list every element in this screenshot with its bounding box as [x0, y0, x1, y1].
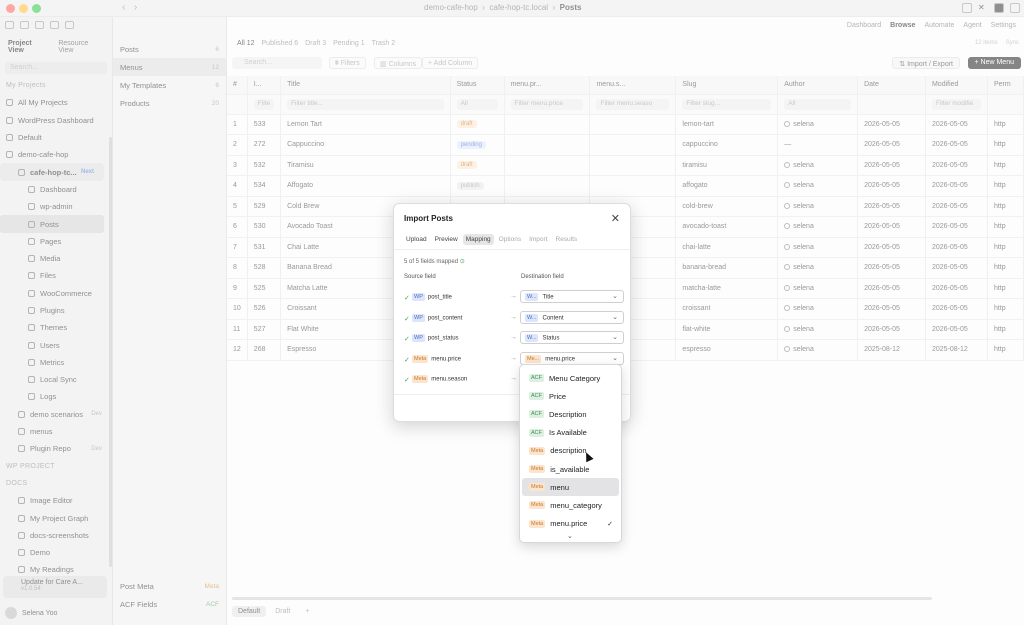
- option-label: menu_category: [550, 500, 602, 510]
- option-badge: Meta: [529, 465, 546, 474]
- step-tab-preview[interactable]: Preview: [432, 234, 461, 245]
- option-label: Price: [549, 391, 567, 401]
- divider: [394, 249, 630, 250]
- import-steps: Upload Preview Mapping Options Import Results: [403, 234, 580, 245]
- step-tab-options[interactable]: Options: [496, 234, 524, 245]
- arrow-right-icon: →: [510, 334, 517, 341]
- chevron-down-icon: ⌄: [612, 293, 618, 300]
- destination-field-header: Destination field: [521, 274, 564, 280]
- option-label: description: [550, 446, 587, 456]
- option-label: Menu Category: [549, 373, 601, 383]
- dropdown-option-menu-category[interactable]: Meta menu_category: [522, 496, 619, 514]
- arrow-right-icon: →: [510, 313, 517, 321]
- dropdown-option-is-available[interactable]: Meta is_available: [522, 460, 619, 478]
- chevron-down-icon: ⌄: [612, 313, 618, 321]
- destination-value: Title: [542, 294, 554, 301]
- check-icon: ✓: [404, 336, 410, 343]
- dropdown-option-description[interactable]: ACF Description: [522, 405, 619, 423]
- source-badge: WP: [412, 334, 425, 342]
- source-field: Meta menu.season: [412, 375, 467, 383]
- source-field-name: post_content: [427, 315, 463, 322]
- destination-select[interactable]: W... Status ⌄: [520, 331, 624, 344]
- mapping-row: ✓ WP post_title → W... Title ⌄: [404, 290, 624, 305]
- source-field-name: menu.price: [431, 356, 461, 363]
- check-circle-icon: ⊙: [459, 259, 465, 265]
- option-badge: ACF: [529, 374, 544, 383]
- source-field: WP post_title: [412, 293, 452, 301]
- source-field-name: menu.season: [431, 376, 468, 383]
- source-badge: Meta: [412, 354, 429, 363]
- close-icon[interactable]: ✕: [611, 212, 620, 225]
- dropdown-option-price[interactable]: ACF Price: [522, 387, 619, 405]
- arrow-right-icon: →: [510, 375, 517, 382]
- chevron-down-icon: ⌄: [612, 334, 618, 341]
- source-badge: WP: [412, 313, 425, 322]
- destination-select[interactable]: W... Content ⌄: [520, 310, 624, 324]
- option-badge: ACF: [529, 428, 544, 437]
- option-badge: Meta: [529, 446, 546, 455]
- option-label: is_available: [550, 464, 590, 474]
- step-tab-upload[interactable]: Upload: [403, 234, 430, 245]
- option-badge: ACF: [529, 410, 544, 419]
- source-field-name: post_status: [427, 335, 459, 342]
- step-tab-mapping[interactable]: Mapping: [462, 234, 494, 245]
- option-label: menu: [550, 482, 569, 492]
- source-field: WP post_content: [412, 313, 463, 322]
- source-field: WP post_status: [412, 334, 459, 342]
- destination-value: Content: [542, 315, 564, 322]
- check-icon: ✓: [404, 356, 410, 364]
- check-icon: ✓: [404, 315, 410, 323]
- destination-select[interactable]: Me... menu.price ⌄: [520, 351, 624, 365]
- source-field-name: post_title: [427, 294, 452, 301]
- source-field: Meta menu.price: [412, 354, 461, 363]
- step-tab-import[interactable]: Import: [526, 234, 550, 245]
- arrow-right-icon: →: [510, 354, 517, 362]
- dropdown-option-menu-price[interactable]: Meta menu.price ✓: [522, 515, 619, 533]
- source-field-header: Source field: [404, 274, 436, 280]
- destination-value: menu.price: [545, 356, 575, 363]
- dropdown-options: ACF Menu Category ACF Price ACF Description AC…: [520, 369, 621, 533]
- destination-badge: Me...: [525, 354, 542, 363]
- option-label: menu.price: [550, 519, 588, 529]
- destination-value: Status: [542, 335, 560, 342]
- option-badge: Meta: [529, 501, 546, 510]
- option-label: Description: [549, 409, 587, 419]
- dropdown-option-menu-category[interactable]: ACF Menu Category: [522, 369, 619, 387]
- dropdown-option-is-available[interactable]: ACF Is Available: [522, 424, 619, 442]
- arrow-right-icon: →: [510, 293, 517, 300]
- dropdown-option-description[interactable]: Meta description: [522, 442, 619, 460]
- chevron-down-icon: ⌄: [612, 354, 618, 362]
- mapped-text: 5 of 5 fields mapped: [404, 259, 459, 265]
- source-badge: WP: [412, 293, 425, 301]
- dropdown-option-menu[interactable]: Meta menu: [522, 478, 619, 497]
- mapping-row: ✓ WP post_status → W... Status ⌄: [404, 331, 624, 346]
- destination-badge: W...: [525, 313, 539, 322]
- chevron-down-icon[interactable]: ⌄: [567, 532, 573, 540]
- destination-select[interactable]: W... Title ⌄: [520, 290, 624, 303]
- mapping-row: ✓ WP post_content → W... Content ⌄: [404, 310, 624, 326]
- step-tab-results[interactable]: Results: [553, 234, 581, 245]
- dialog-title: Import Posts: [404, 214, 453, 223]
- option-badge: ACF: [529, 392, 544, 401]
- destination-badge: W...: [525, 334, 539, 342]
- mapped-status: 5 of 5 fields mapped ⊙: [404, 258, 465, 265]
- option-badge: Meta: [529, 519, 546, 528]
- destination-field-dropdown: ACF Menu Category ACF Price ACF Description AC…: [519, 364, 622, 543]
- destination-badge: W...: [525, 293, 539, 301]
- check-icon: ✓: [404, 295, 410, 302]
- check-icon: ✓: [607, 520, 613, 528]
- option-badge: Meta: [529, 483, 546, 492]
- option-label: Is Available: [549, 428, 587, 438]
- source-badge: Meta: [412, 375, 429, 383]
- check-icon: ✓: [404, 377, 410, 384]
